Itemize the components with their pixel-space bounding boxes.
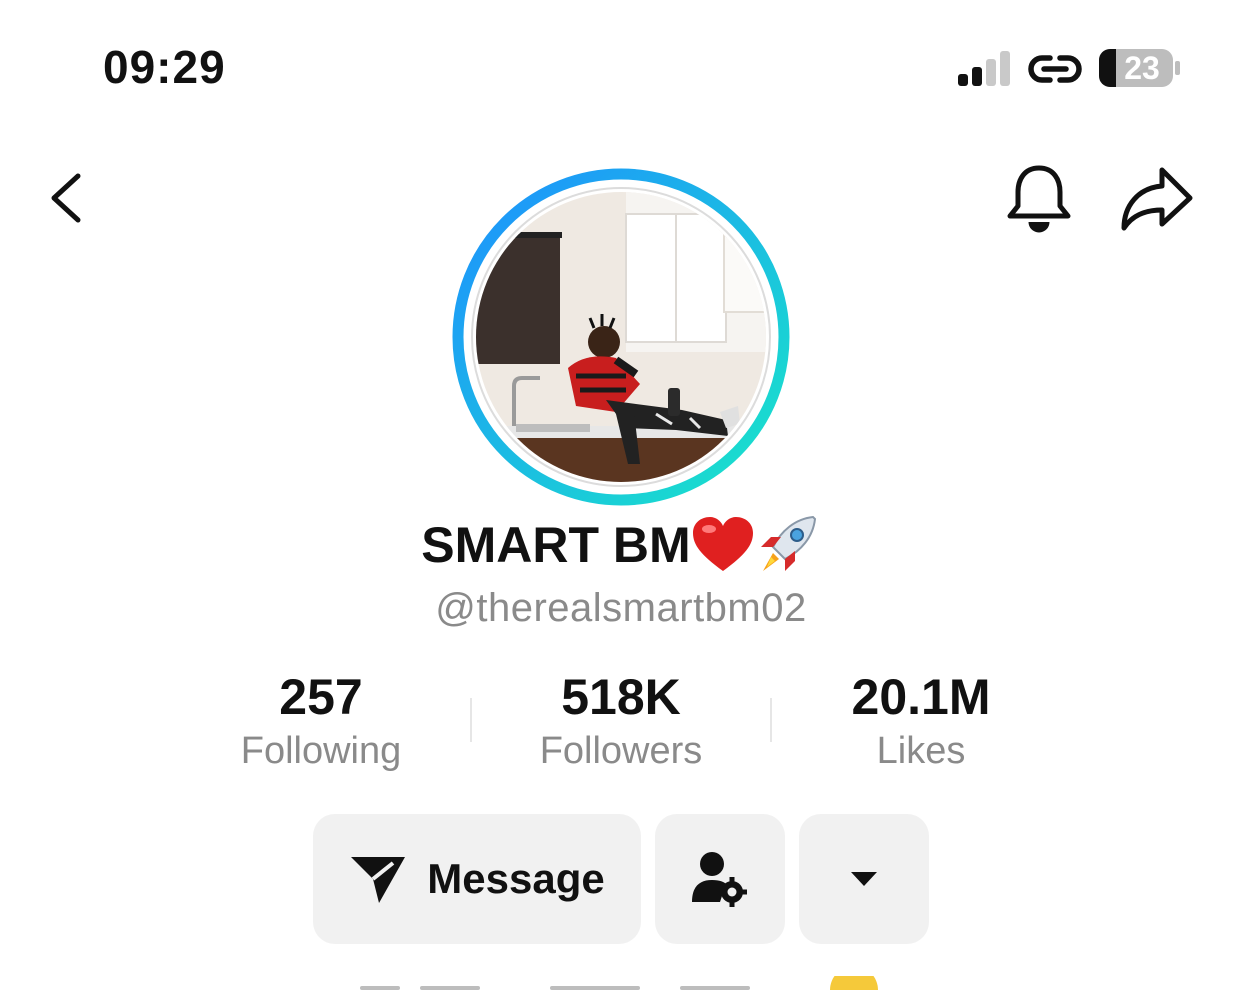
stat-label: Likes (876, 730, 966, 772)
send-paper-plane-icon (351, 857, 406, 903)
notification-bell-button[interactable] (1002, 160, 1076, 240)
profile-photo (476, 192, 766, 482)
message-button[interactable]: Message (313, 814, 641, 944)
bio-text-cutoff (360, 976, 878, 990)
red-heart-emoji (692, 516, 753, 571)
display-name: SMART BM (0, 512, 1242, 577)
chevron-left-icon (51, 173, 81, 223)
friend-settings-button[interactable] (655, 814, 785, 944)
stat-value: 518K (561, 669, 681, 725)
more-dropdown-button[interactable] (799, 814, 929, 944)
caret-down-icon (851, 872, 877, 886)
back-button[interactable] (40, 162, 100, 234)
rocket-emoji (760, 515, 816, 571)
stat-label: Followers (539, 730, 703, 772)
cellular-signal-icon (958, 51, 1010, 86)
stat-value: 20.1M (851, 669, 991, 725)
link-icon (1028, 55, 1082, 83)
avatar[interactable] (476, 192, 766, 482)
stat-following[interactable]: 257 Following (171, 668, 471, 774)
share-arrow-icon (1121, 167, 1193, 231)
stat-followers[interactable]: 518K Followers (471, 668, 771, 774)
message-button-label: Message (427, 855, 605, 902)
person-gear-icon (692, 852, 747, 907)
status-time: 09:29 (103, 41, 226, 93)
bell-icon (1007, 165, 1071, 233)
stat-likes[interactable]: 20.1M Likes (771, 668, 1071, 774)
display-name-text: SMART BM (421, 516, 691, 573)
stat-value: 257 (279, 669, 363, 725)
stat-label: Following (240, 730, 402, 772)
profile-screen: 09:29 23 SMART BM @therealsmartbm02 257 … (0, 0, 1242, 990)
battery-icon: 23 (1098, 48, 1182, 88)
battery-level: 23 (1124, 50, 1160, 86)
username-handle: @therealsmartbm02 (435, 586, 807, 630)
share-button[interactable] (1116, 160, 1198, 236)
